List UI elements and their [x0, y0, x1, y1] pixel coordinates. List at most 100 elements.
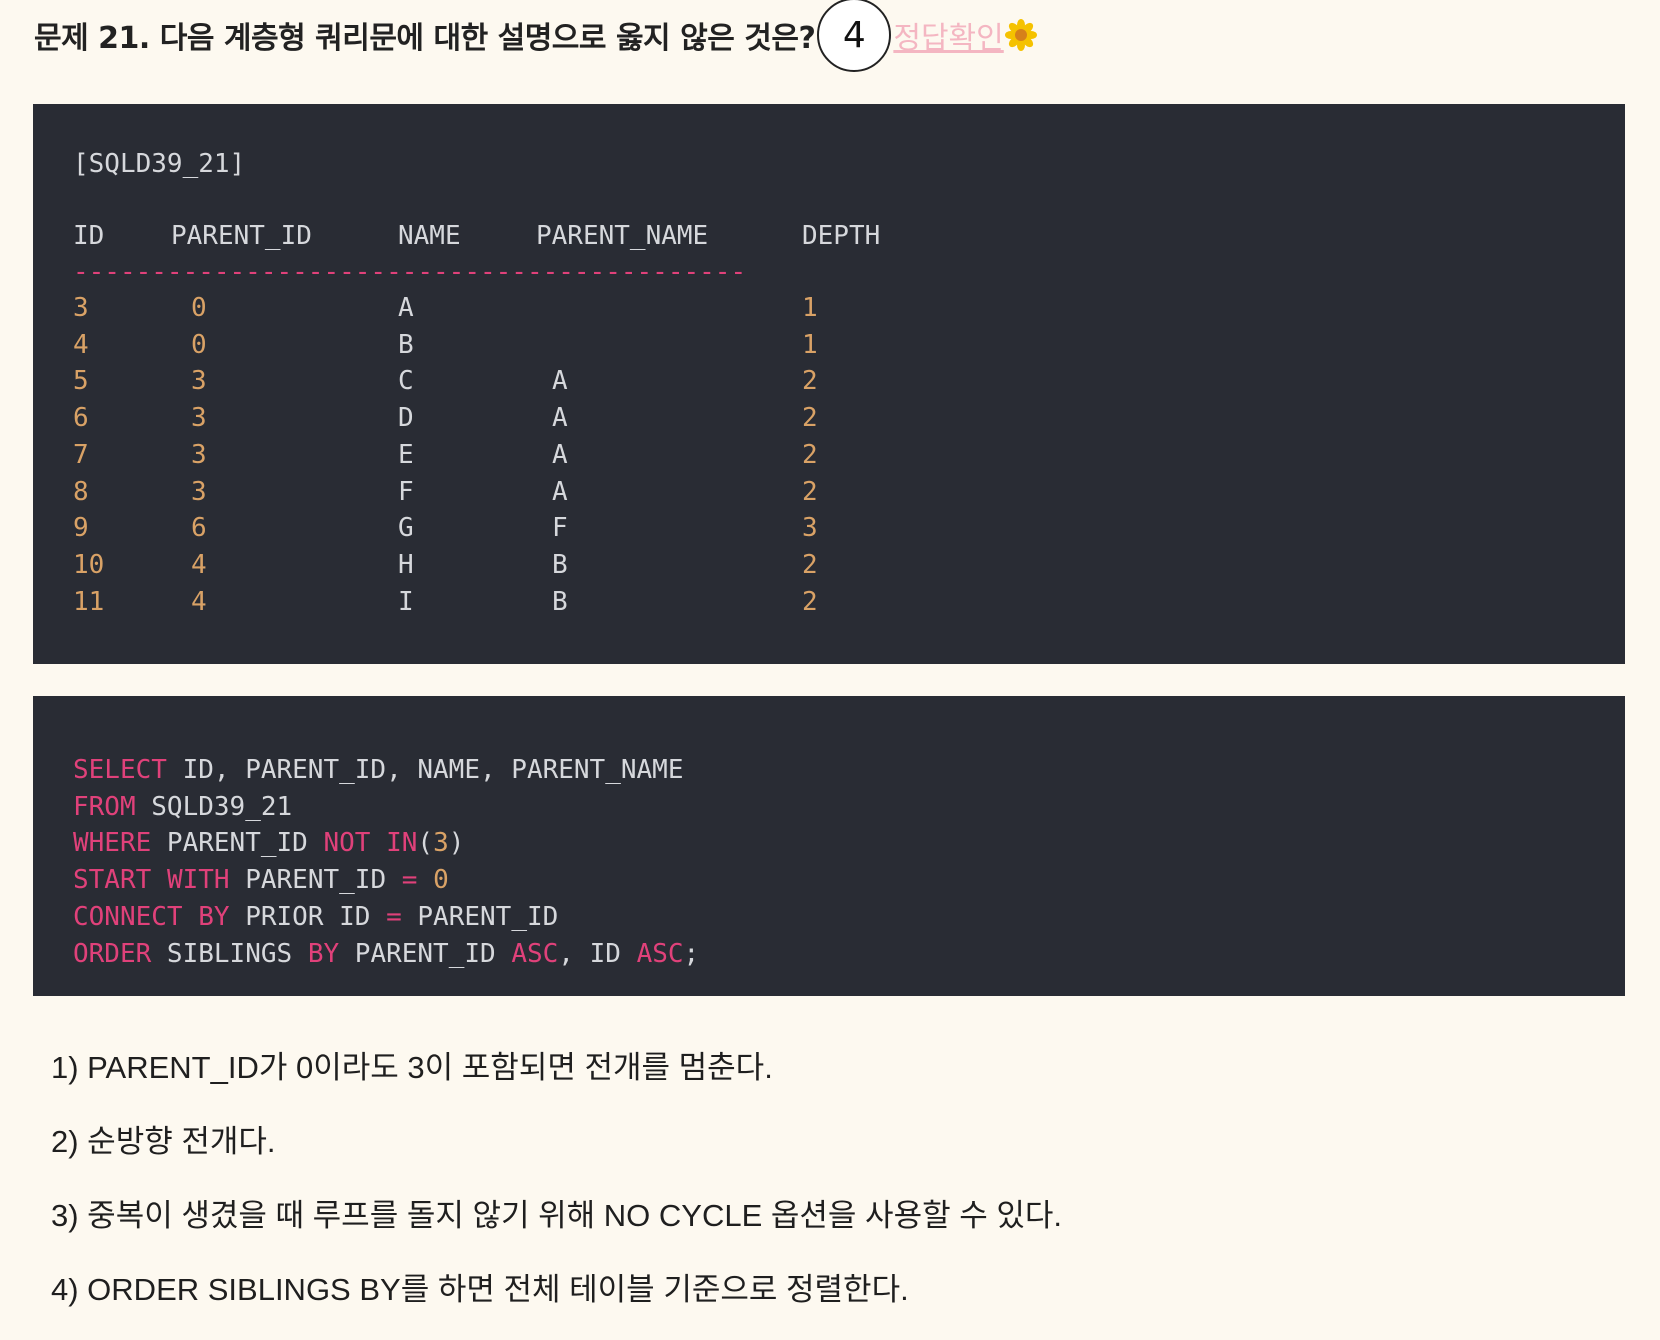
table-cell: A: [552, 366, 568, 397]
answer-bubble: 4: [817, 0, 892, 72]
sql-number: 3: [433, 828, 449, 859]
table-cell: 2: [802, 476, 818, 507]
table-cell: 10: [73, 549, 105, 580]
table-cell: 3: [73, 293, 89, 323]
sql-number: 0: [433, 865, 449, 896]
sql-text: PARENT_ID: [229, 865, 402, 896]
question-header: 문제 21. 다음 계층형 쿼리문에 대한 설명으로 옳지 않은 것은? 4 정…: [34, 0, 1037, 72]
table-cell: 2: [802, 403, 818, 434]
table-cell: I: [398, 586, 414, 617]
table-cell: 4: [191, 586, 207, 617]
sql-keyword: =: [401, 865, 418, 896]
sql-keyword: START: [73, 865, 152, 896]
sql-keyword: =: [386, 901, 402, 932]
table-cell: 6: [73, 403, 89, 434]
answer-option: 3) 중복이 생겼을 때 루프를 돌지 않기 위해 NO CYCLE 옵션을 사…: [51, 1198, 1063, 1233]
table-cell: 1: [802, 293, 818, 323]
table-cell: 4: [191, 549, 207, 580]
table-cell: 4: [73, 329, 89, 360]
check-answer-link[interactable]: 정답확인: [893, 13, 1003, 57]
table-cell: 6: [191, 513, 207, 544]
sql-text: , ID: [558, 938, 637, 969]
table-cell: 2: [802, 586, 818, 617]
table-cell: A: [552, 403, 568, 434]
sql-text: PARENT_ID: [339, 938, 512, 969]
sql-keyword: WHERE: [73, 828, 152, 859]
table-cell: D: [398, 403, 414, 434]
table-cell: F: [398, 476, 414, 507]
table-cell: G: [398, 513, 414, 544]
sql-line: FROM SQLD39_21: [73, 789, 292, 825]
table-cell: 7: [73, 439, 89, 470]
table-cell: 3: [802, 513, 818, 544]
sql-code-block: SELECT ID, PARENT_ID, NAME, PARENT_NAME F…: [33, 696, 1625, 996]
table-cell: 9: [73, 513, 89, 544]
table-code-block: [SQLD39_21] ID PARENT_ID NAME PARENT_NAME DE…: [33, 104, 1625, 664]
table-header-cell: PARENT_ID: [171, 221, 312, 251]
sql-keyword: NOT: [323, 828, 371, 859]
table-cell: 2: [802, 439, 818, 470]
sql-text: ID, PARENT_ID, NAME, PARENT_NAME: [166, 755, 684, 785]
table-header-cell: ID: [73, 221, 105, 251]
table-cell: B: [552, 586, 568, 617]
sql-text: PARENT_ID: [401, 901, 559, 932]
table-cell: 0: [191, 329, 207, 360]
sql-keyword: SELECT: [73, 755, 167, 785]
table-cell: 5: [73, 366, 89, 397]
table-cell: A: [398, 293, 414, 323]
flower-icon: [1004, 19, 1037, 51]
table-cell: 3: [191, 366, 207, 397]
sql-keyword: BY: [198, 901, 230, 932]
sql-keyword: BY: [307, 938, 340, 969]
table-header-cell: PARENT_NAME: [536, 221, 709, 251]
table-header-cell: NAME: [398, 221, 461, 251]
table-cell: F: [552, 513, 568, 544]
sql-line: ORDER SIBLINGS BY PARENT_ID ASC, ID ASC;: [73, 936, 699, 972]
table-cell: B: [398, 329, 414, 360]
table-cell: 3: [191, 439, 207, 470]
sql-text: SQLD39_21: [135, 791, 293, 822]
sql-line: WHERE PARENT_ID NOT IN(3): [73, 825, 464, 861]
sql-keyword: IN: [386, 828, 418, 859]
sql-line: START WITH PARENT_ID = 0: [73, 862, 449, 898]
sql-keyword: ASC: [511, 938, 559, 969]
table-cell: 0: [191, 293, 207, 323]
table-header-cell: DEPTH: [802, 221, 881, 251]
sql-text: PRIOR ID: [229, 901, 387, 932]
table-cell: 2: [802, 549, 818, 580]
sql-keyword: CONNECT: [73, 901, 183, 932]
sql-keyword: WITH: [166, 865, 230, 896]
table-cell: C: [398, 366, 414, 397]
table-cell: 11: [73, 586, 105, 617]
sql-keyword: FROM: [73, 791, 136, 822]
sql-text: SIBLINGS: [151, 938, 308, 969]
table-cell: H: [398, 549, 414, 580]
sql-text: PARENT_ID: [151, 828, 324, 859]
table-name: [SQLD39_21]: [73, 149, 246, 179]
table-cell: E: [398, 439, 414, 470]
table-cell: 8: [73, 476, 89, 507]
table-cell: A: [552, 476, 568, 507]
answer-option: 1) PARENT_ID가 0이라도 3이 포함되면 전개를 멈춘다.: [51, 1050, 773, 1085]
sql-line: SELECT ID, PARENT_ID, NAME, PARENT_NAME: [73, 752, 683, 788]
sql-text: ;: [683, 938, 700, 969]
table-cell: 1: [802, 329, 818, 360]
table-separator: ----------------------------------------…: [73, 257, 747, 287]
table-cell: B: [552, 549, 568, 580]
table-cell: 3: [191, 476, 207, 507]
table-cell: 3: [191, 403, 207, 434]
sql-text: ): [448, 828, 465, 859]
table-cell: A: [552, 439, 568, 470]
sql-keyword: ORDER: [73, 938, 152, 969]
answer-option: 2) 순방향 전개다.: [51, 1124, 276, 1159]
sql-text: (: [417, 828, 434, 859]
answer-option: 4) ORDER SIBLINGS BY를 하면 전체 테이블 기준으로 정렬한…: [51, 1272, 909, 1307]
table-cell: 2: [802, 366, 818, 397]
sql-keyword: ASC: [636, 938, 684, 969]
sql-line: CONNECT BY PRIOR ID = PARENT_ID: [73, 899, 558, 935]
question-title: 문제 21. 다음 계층형 쿼리문에 대한 설명으로 옳지 않은 것은?: [34, 21, 816, 56]
